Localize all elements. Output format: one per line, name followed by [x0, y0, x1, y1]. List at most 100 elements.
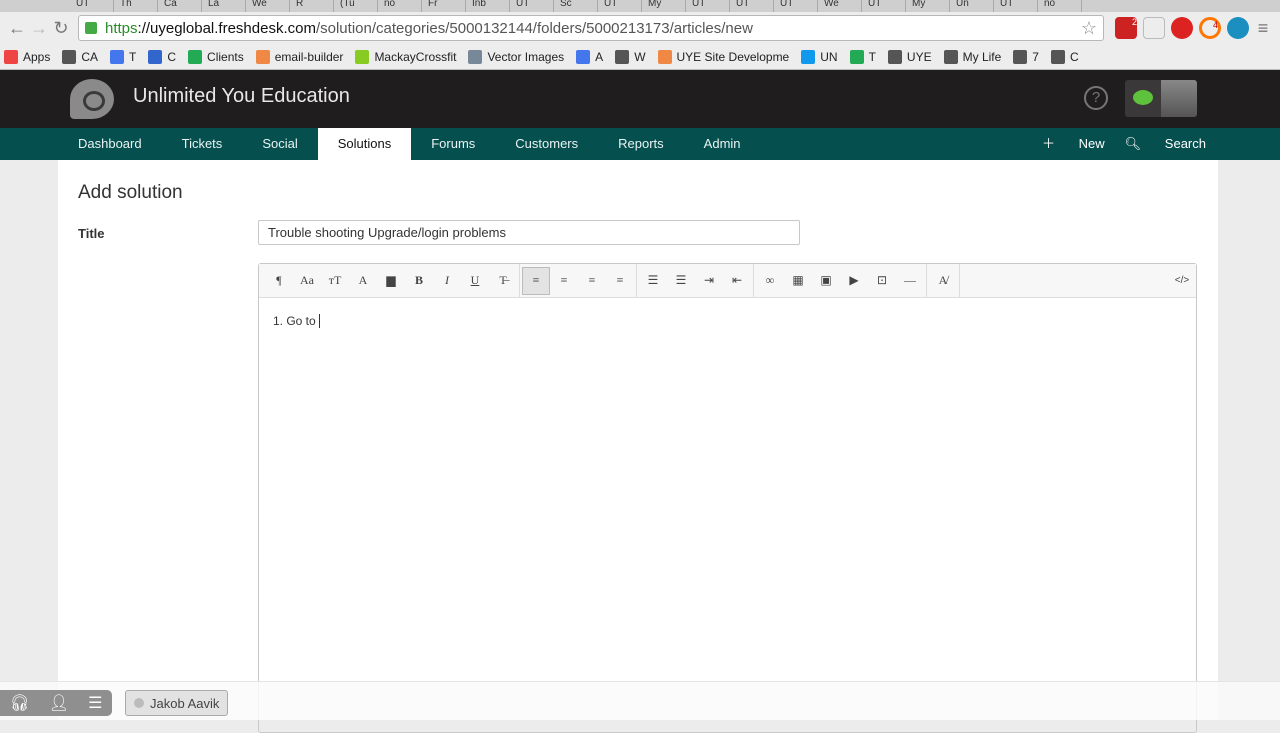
freshdesk-logo[interactable] [70, 79, 114, 119]
font-color-icon[interactable]: A [349, 267, 377, 295]
align-right-icon[interactable]: ≡ [578, 267, 606, 295]
bookmark[interactable]: W [615, 49, 646, 64]
bookmark-icon [801, 49, 816, 64]
toolbar-divider [636, 263, 637, 298]
numbered-list-icon[interactable]: ☰ [667, 267, 695, 295]
bookmark[interactable]: C [1050, 49, 1079, 64]
menu-icon[interactable]: ≡ [1252, 18, 1274, 39]
strikethrough-icon[interactable]: T̶ [489, 267, 517, 295]
browser-tab[interactable]: UT [510, 0, 554, 12]
nav-tickets[interactable]: Tickets [162, 128, 243, 160]
nav-customers[interactable]: Customers [495, 128, 598, 160]
italic-icon[interactable]: I [433, 267, 461, 295]
bullet-list-icon[interactable]: ☰ [639, 267, 667, 295]
list-icon[interactable]: ☰ [88, 693, 102, 713]
nav-admin[interactable]: Admin [684, 128, 761, 160]
star-icon[interactable]: ☆ [1081, 18, 1097, 39]
browser-tab[interactable]: no [1038, 0, 1082, 12]
browser-tab[interactable]: UT [686, 0, 730, 12]
avatar[interactable] [1161, 80, 1197, 117]
bg-color-icon[interactable]: ▆ [377, 267, 405, 295]
bookmark[interactable]: UYE [887, 49, 932, 64]
back-icon[interactable]: ← [6, 18, 28, 39]
browser-tab[interactable]: Fr [422, 0, 466, 12]
headset-icon[interactable]: 🎧︎ [10, 693, 30, 713]
align-left-icon[interactable]: ≡ [522, 266, 550, 295]
browser-tab[interactable]: La [202, 0, 246, 12]
editor-toolbar: ¶ Aa тT A ▆ B I U T̶ ≡ ≡ ≡ ≡ ☰ ☰ ⇥ ⇤ ∞ ▦ ▣ ▶ ⊡ — A̸ </> [259, 263, 1196, 298]
outdent-icon[interactable]: ⇤ [723, 267, 751, 295]
bookmark[interactable]: Clients [188, 49, 244, 64]
user-icon[interactable]: 👤︎ [49, 693, 69, 713]
indent-icon[interactable]: ⇥ [695, 267, 723, 295]
adblock-icon[interactable] [1171, 17, 1193, 39]
underline-icon[interactable]: U [461, 267, 489, 295]
clear-format-icon[interactable]: A̸ [929, 267, 957, 295]
bookmark[interactable]: C [148, 49, 176, 64]
table-icon[interactable]: ▦ [784, 267, 812, 295]
nav-forums[interactable]: Forums [411, 128, 495, 160]
reload-icon[interactable]: ↻ [50, 18, 72, 39]
browser-tab[interactable]: UT [774, 0, 818, 12]
image-icon[interactable]: ▣ [812, 267, 840, 295]
browser-tab[interactable]: My [906, 0, 950, 12]
address-input[interactable]: https://uyeglobal.freshdesk.com/solution… [78, 15, 1104, 41]
nav-social[interactable]: Social [242, 128, 317, 160]
browser-tab[interactable]: UT [994, 0, 1038, 12]
title-input[interactable] [258, 220, 800, 245]
align-center-icon[interactable]: ≡ [550, 267, 578, 295]
browser-tab[interactable]: Sc [554, 0, 598, 12]
bookmark[interactable]: email-builder [255, 49, 343, 64]
bookmark[interactable]: T [849, 49, 876, 64]
editor-body[interactable]: 1. Go to [259, 298, 1196, 344]
bold-icon[interactable]: B [405, 267, 433, 295]
horizontal-rule-icon[interactable]: — [896, 267, 924, 295]
chat-icon[interactable] [1133, 90, 1153, 105]
search-button[interactable]: 🔍︎ Search [1125, 128, 1206, 160]
browser-tab[interactable]: My [642, 0, 686, 12]
bookmark[interactable]: UYE Site Developme [657, 49, 789, 64]
nav-solutions[interactable]: Solutions [317, 128, 412, 160]
browser-tab[interactable]: Inb [466, 0, 510, 12]
bookmark[interactable]: A [576, 49, 603, 64]
font-family-icon[interactable]: Aa [293, 267, 321, 295]
code-view-button[interactable]: </> [1168, 267, 1196, 295]
user-menu[interactable] [1125, 80, 1197, 117]
chat-user-button[interactable]: Jakob Aavik [125, 690, 229, 716]
bookmark[interactable]: CA [62, 49, 98, 64]
browser-tab[interactable]: Th [114, 0, 158, 12]
link-icon[interactable]: ∞ [756, 267, 784, 295]
new-button[interactable]: ＋ New [1042, 128, 1105, 160]
extension-icon[interactable] [1143, 17, 1165, 39]
justify-icon[interactable]: ≡ [606, 267, 634, 295]
bookmark[interactable]: Vector Images [468, 49, 564, 64]
browser-tab[interactable]: We [246, 0, 290, 12]
browser-tab[interactable]: Ca [158, 0, 202, 12]
extension-badge-icon[interactable]: 4 [1199, 17, 1221, 39]
extension-eye-icon[interactable] [1227, 17, 1249, 39]
nav-dashboard[interactable]: Dashboard [58, 128, 162, 160]
embed-icon[interactable]: ⊡ [868, 267, 896, 295]
browser-tab[interactable]: UT [598, 0, 642, 12]
browser-tab[interactable]: Un [950, 0, 994, 12]
browser-tab[interactable]: R [290, 0, 334, 12]
help-icon[interactable]: ? [1084, 86, 1108, 110]
browser-tab[interactable]: no [378, 0, 422, 12]
bookmark[interactable]: 7 [1013, 49, 1039, 64]
font-size-icon[interactable]: тT [321, 267, 349, 295]
bookmark[interactable]: T [110, 49, 136, 64]
bookmark[interactable]: My Life [943, 49, 1001, 64]
video-icon[interactable]: ▶ [840, 267, 868, 295]
browser-tab[interactable]: (Tu [334, 0, 378, 12]
extension-lastpass-icon[interactable]: 2 [1115, 17, 1137, 39]
nav-reports[interactable]: Reports [598, 128, 684, 160]
browser-tab[interactable]: UT [862, 0, 906, 12]
forward-icon[interactable]: → [28, 18, 50, 39]
bookmark[interactable]: Apps [4, 49, 50, 64]
paragraph-icon[interactable]: ¶ [265, 267, 293, 295]
browser-tab[interactable]: UT [730, 0, 774, 12]
browser-tab[interactable]: UT [70, 0, 114, 12]
bookmark[interactable]: UN [801, 49, 838, 64]
bookmark[interactable]: MackayCrossfit [355, 49, 456, 64]
browser-tab[interactable]: We [818, 0, 862, 12]
